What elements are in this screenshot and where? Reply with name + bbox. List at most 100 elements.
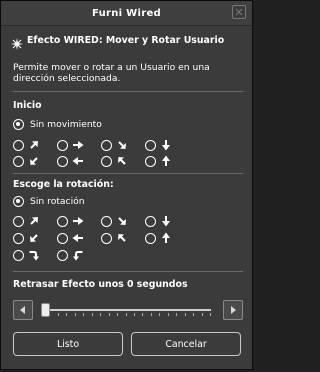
direction-radio[interactable] <box>101 215 112 227</box>
start-direction-row-2 <box>13 155 193 169</box>
slider-tick <box>126 313 127 316</box>
start-direction-option[interactable] <box>101 139 128 151</box>
rotation-direction-row-3 <box>13 249 193 263</box>
start-direction-option[interactable] <box>145 139 172 151</box>
rotation-none-radio[interactable] <box>13 196 24 207</box>
direction-radio[interactable] <box>145 232 156 244</box>
slider-tick <box>66 313 67 316</box>
arrow-down-icon <box>162 216 170 227</box>
effect-header: Efecto WIRED: Mover y Rotar Usuario <box>11 35 247 50</box>
rotation-direction-option[interactable] <box>145 215 172 227</box>
direction-radio[interactable] <box>13 232 24 244</box>
slider-tick <box>92 313 93 316</box>
slider-tick <box>159 313 160 316</box>
divider <box>13 91 243 92</box>
slider-tick <box>58 313 59 316</box>
arrow-down-left-icon <box>30 234 38 242</box>
slider-tick <box>109 313 110 316</box>
ok-button[interactable]: Listo <box>13 332 123 356</box>
start-direction-option[interactable] <box>13 139 40 151</box>
window-title: Furni Wired <box>91 7 162 19</box>
start-direction-option[interactable] <box>13 155 40 167</box>
slider-tick <box>168 313 169 316</box>
slider-tick <box>176 313 177 316</box>
divider <box>13 173 243 174</box>
slider-tick <box>75 313 76 316</box>
direction-radio[interactable] <box>13 215 24 227</box>
slider-tick <box>134 313 135 316</box>
direction-radio[interactable] <box>101 155 112 167</box>
direction-radio[interactable] <box>57 139 68 151</box>
rotation-direction-option[interactable] <box>145 232 172 244</box>
slider-tick <box>185 313 186 316</box>
arrow-right-icon <box>73 217 84 225</box>
title-bar[interactable]: Furni Wired ✕ <box>1 1 252 26</box>
direction-radio[interactable] <box>145 215 156 227</box>
direction-radio[interactable] <box>13 139 24 151</box>
slider-ticks <box>41 313 211 316</box>
effect-title: Efecto WIRED: Mover y Rotar Usuario <box>27 35 225 46</box>
slider-tick <box>210 313 211 316</box>
start-no-movement-label: Sin movimiento <box>30 119 102 130</box>
slider-tick <box>142 313 143 316</box>
rotation-direction-option[interactable] <box>13 232 40 244</box>
rotation-direction-option[interactable] <box>57 249 84 261</box>
start-no-movement-radio[interactable] <box>13 119 24 130</box>
rotate-clockwise-icon <box>29 251 39 261</box>
arrow-up-icon <box>162 232 170 243</box>
start-direction-row-1 <box>13 139 193 153</box>
increase-delay-button[interactable] <box>223 300 243 320</box>
slider-tick <box>83 313 84 316</box>
arrow-up-left-icon <box>118 157 126 165</box>
rotation-direction-option[interactable] <box>101 215 128 227</box>
sparkle-icon <box>11 38 23 50</box>
start-direction-option[interactable] <box>101 155 128 167</box>
cancel-button[interactable]: Cancelar <box>131 332 241 356</box>
rotation-direction-option[interactable] <box>13 249 40 261</box>
direction-radio[interactable] <box>13 155 24 167</box>
effect-description: Permite mover o rotar a un Usuario en un… <box>13 62 210 84</box>
slider-thumb[interactable] <box>41 303 50 317</box>
start-direction-option[interactable] <box>145 155 172 167</box>
arrow-up-right-icon <box>30 217 38 225</box>
arrow-left-icon <box>72 157 83 165</box>
start-section-label: Inicio <box>13 100 42 111</box>
rotation-direction-row-1 <box>13 215 193 229</box>
rotation-direction-option[interactable] <box>57 215 84 227</box>
start-no-movement-option[interactable]: Sin movimiento <box>13 119 102 130</box>
direction-radio[interactable] <box>57 215 68 227</box>
direction-radio[interactable] <box>101 232 112 244</box>
decrease-delay-button[interactable] <box>13 300 33 320</box>
direction-radio[interactable] <box>145 155 156 167</box>
direction-radio[interactable] <box>101 139 112 151</box>
start-direction-option[interactable] <box>57 139 84 151</box>
arrow-down-right-icon <box>118 141 126 149</box>
slider-tick <box>202 313 203 316</box>
divider <box>13 271 243 272</box>
start-direction-option[interactable] <box>57 155 84 167</box>
rotation-direction-option[interactable] <box>101 232 128 244</box>
rotation-direction-row-2 <box>13 232 193 246</box>
direction-radio[interactable] <box>57 249 68 261</box>
slider-tick <box>100 313 101 316</box>
close-icon[interactable]: ✕ <box>232 5 246 19</box>
delay-label: Retrasar Efecto unos 0 segundos <box>13 279 188 290</box>
arrow-down-right-icon <box>118 217 126 225</box>
rotation-direction-option[interactable] <box>57 232 84 244</box>
arrow-left-icon <box>20 306 25 314</box>
rotation-none-label: Sin rotación <box>30 196 85 207</box>
direction-radio[interactable] <box>57 155 68 167</box>
slider-tick <box>151 313 152 316</box>
rotate-counterclockwise-icon <box>73 251 83 261</box>
direction-radio[interactable] <box>57 232 68 244</box>
rotation-direction-option[interactable] <box>13 215 40 227</box>
arrow-right-icon <box>73 141 84 149</box>
rotation-none-option[interactable]: Sin rotación <box>13 196 85 207</box>
arrow-up-icon <box>162 155 170 166</box>
arrow-up-left-icon <box>118 234 126 242</box>
rotation-section-label: Escoge la rotación: <box>13 179 114 190</box>
arrow-right-icon <box>231 306 236 314</box>
direction-radio[interactable] <box>145 139 156 151</box>
direction-radio[interactable] <box>13 249 24 261</box>
slider-track[interactable] <box>41 309 211 311</box>
